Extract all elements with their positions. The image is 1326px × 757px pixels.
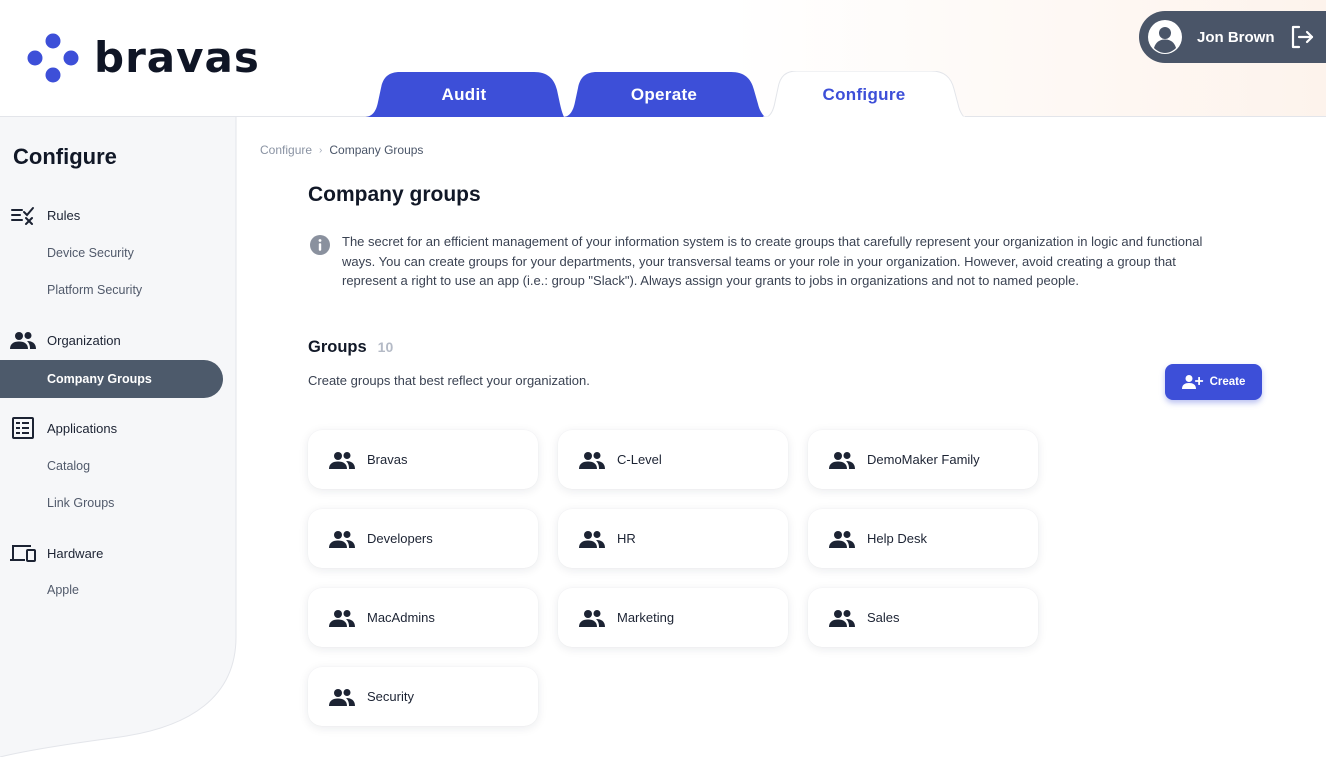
devices-icon bbox=[9, 541, 37, 565]
group-card-sales[interactable]: Sales bbox=[808, 588, 1038, 647]
user-avatar-icon[interactable] bbox=[1147, 19, 1183, 55]
group-card-demomaker-family[interactable]: DemoMaker Family bbox=[808, 430, 1038, 489]
group-icon bbox=[328, 529, 356, 549]
list-icon bbox=[9, 416, 37, 440]
sidebar-section-hardware[interactable]: Hardware bbox=[0, 541, 236, 565]
breadcrumb: Configure › Company Groups bbox=[260, 143, 423, 157]
sidebar-item-label: Company Groups bbox=[47, 372, 152, 386]
people-icon bbox=[9, 328, 37, 352]
group-icon bbox=[578, 450, 606, 470]
bravas-logo-icon bbox=[27, 33, 79, 83]
groups-subtitle: Create groups that best reflect your org… bbox=[308, 373, 590, 388]
group-icon bbox=[578, 529, 606, 549]
group-icon bbox=[828, 529, 856, 549]
group-card-label: DemoMaker Family bbox=[867, 452, 980, 467]
breadcrumb-chevron-icon: › bbox=[319, 144, 323, 156]
group-card-label: Marketing bbox=[617, 610, 675, 625]
group-card-hr[interactable]: HR bbox=[558, 509, 788, 568]
user-name: Jon Brown bbox=[1197, 28, 1275, 46]
sidebar-item-platform-security[interactable]: Platform Security bbox=[47, 283, 142, 297]
groups-count: 10 bbox=[377, 339, 394, 355]
group-card-label: HR bbox=[617, 531, 636, 546]
group-card-label: Developers bbox=[367, 531, 433, 546]
group-card-label: Bravas bbox=[367, 452, 408, 467]
sidebar: Configure Rules Device Security Platform… bbox=[0, 117, 236, 757]
group-icon bbox=[828, 450, 856, 470]
tab-audit[interactable]: Audit bbox=[364, 72, 564, 117]
group-card-label: Sales bbox=[867, 610, 900, 625]
sidebar-item-catalog[interactable]: Catalog bbox=[47, 459, 90, 473]
group-card-label: C-Level bbox=[617, 452, 662, 467]
group-icon bbox=[578, 608, 606, 628]
sidebar-section-label: Rules bbox=[47, 207, 81, 223]
tab-audit-label: Audit bbox=[441, 84, 487, 104]
brand-logo[interactable]: bravas bbox=[26, 30, 260, 86]
user-menu[interactable]: Jon Brown bbox=[1139, 11, 1326, 63]
create-group-button[interactable]: Create bbox=[1165, 364, 1262, 400]
group-card-help-desk[interactable]: Help Desk bbox=[808, 509, 1038, 568]
sidebar-section-label: Applications bbox=[47, 420, 118, 436]
info-icon bbox=[310, 235, 330, 255]
sidebar-section-label: Organization bbox=[47, 332, 121, 348]
group-card-developers[interactable]: Developers bbox=[308, 509, 538, 568]
group-card-label: MacAdmins bbox=[367, 610, 435, 625]
page-title: Company groups bbox=[308, 183, 481, 206]
group-card-macadmins[interactable]: MacAdmins bbox=[308, 588, 538, 647]
breadcrumb-parent[interactable]: Configure bbox=[260, 143, 312, 157]
rules-icon bbox=[9, 203, 37, 227]
info-description: The secret for an efficient management o… bbox=[342, 234, 1203, 288]
sidebar-section-rules[interactable]: Rules bbox=[0, 203, 236, 227]
top-header: bravas Audit Operate Configure Jon Brown bbox=[0, 0, 1326, 118]
sidebar-item-device-security[interactable]: Device Security bbox=[47, 246, 134, 260]
group-icon bbox=[328, 687, 356, 707]
group-card-c-level[interactable]: C-Level bbox=[558, 430, 788, 489]
tab-operate[interactable]: Operate bbox=[563, 72, 765, 117]
group-card-security[interactable]: Security bbox=[308, 667, 538, 726]
create-button-label: Create bbox=[1209, 376, 1246, 388]
add-user-icon bbox=[1181, 375, 1203, 389]
brand-name: bravas bbox=[94, 33, 260, 82]
group-card-bravas[interactable]: Bravas bbox=[308, 430, 538, 489]
group-card-label: Security bbox=[367, 689, 414, 704]
sidebar-section-label: Hardware bbox=[47, 545, 104, 561]
group-card-marketing[interactable]: Marketing bbox=[558, 588, 788, 647]
groups-title: Groups bbox=[308, 338, 367, 356]
logout-icon[interactable] bbox=[1288, 23, 1316, 51]
sidebar-title: Configure bbox=[13, 144, 117, 169]
group-icon bbox=[828, 608, 856, 628]
sidebar-section-applications[interactable]: Applications bbox=[0, 416, 236, 440]
tab-operate-label: Operate bbox=[630, 84, 698, 104]
sidebar-section-organization[interactable]: Organization bbox=[0, 328, 236, 352]
tab-configure[interactable]: Configure bbox=[763, 71, 965, 118]
breadcrumb-current: Company Groups bbox=[329, 143, 424, 157]
groups-heading: Groups 10 bbox=[308, 338, 393, 357]
group-icon bbox=[328, 608, 356, 628]
group-card-label: Help Desk bbox=[867, 531, 927, 546]
group-icon bbox=[328, 450, 356, 470]
sidebar-item-company-groups[interactable]: Company Groups bbox=[0, 360, 223, 398]
sidebar-item-apple[interactable]: Apple bbox=[47, 583, 79, 597]
sidebar-item-link-groups[interactable]: Link Groups bbox=[47, 496, 114, 510]
tab-configure-label: Configure bbox=[822, 84, 906, 104]
